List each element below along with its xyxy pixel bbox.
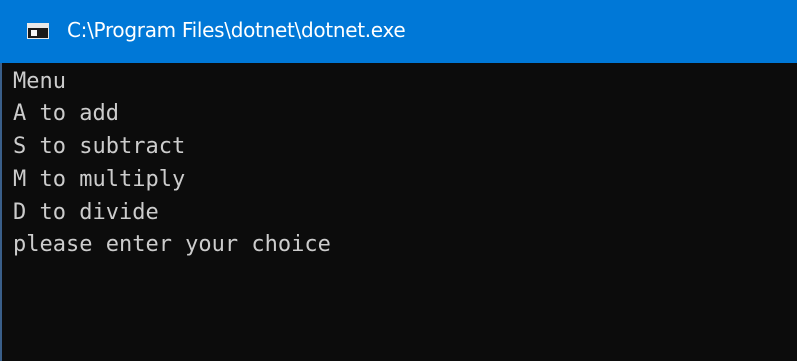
console-line-multiply: M to multiply (13, 167, 186, 192)
console-window: C:\Program Files\dotnet\dotnet.exe Menu … (0, 0, 797, 361)
console-line-subtract: S to subtract (13, 134, 186, 159)
console-line-add: A to add (13, 101, 119, 126)
console-app-icon[interactable] (27, 23, 49, 39)
window-title: C:\Program Files\dotnet\dotnet.exe (67, 18, 406, 42)
window-left-edge (0, 63, 2, 361)
console-line-menu: Menu (13, 69, 66, 94)
console-line-prompt: please enter your choice (13, 232, 331, 257)
console-line-divide: D to divide (13, 200, 159, 225)
title-bar[interactable]: C:\Program Files\dotnet\dotnet.exe (0, 0, 797, 63)
